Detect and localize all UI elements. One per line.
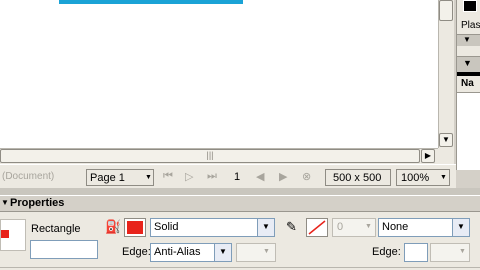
shape-name-input[interactable] (30, 240, 98, 259)
panel-splitter[interactable] (0, 188, 480, 195)
triangle-down-icon: ▼ (1, 198, 9, 207)
no-stroke-icon (308, 220, 326, 235)
triangle-down-icon: ▼ (463, 58, 472, 68)
fill-type-value: Solid (154, 221, 179, 233)
canvas-size-display[interactable]: 500 x 500 (325, 169, 391, 186)
chevron-down-icon: ▼ (257, 219, 274, 236)
scroll-down-button[interactable]: ▼ (439, 133, 453, 147)
next-page-icon[interactable]: ▶ (279, 170, 287, 183)
stop-icon[interactable]: ⊗ (302, 170, 311, 183)
vertical-scrollbar[interactable] (438, 0, 454, 148)
edge-amount-input[interactable]: ▼ (236, 243, 276, 262)
panel-label: Plas (461, 20, 480, 31)
scrollbar-corner (438, 148, 454, 164)
fill-color-swatch (127, 221, 143, 234)
scroll-right-button[interactable]: ▶ (421, 149, 435, 163)
page-select[interactable]: Page 1 ▼ (86, 169, 154, 186)
document-status-bar: (Document) Page 1 ▼ ⏮ ▷ ⏭ 1 ◀ ▶ ⊗ 500 x … (0, 164, 456, 188)
grip-icon: ||| (206, 150, 214, 160)
rectangle-icon (1, 230, 9, 238)
page-number: 1 (234, 171, 241, 183)
edge-label: Edge: (122, 246, 151, 258)
panel-list[interactable] (457, 92, 480, 170)
properties-title: Properties (10, 197, 65, 209)
right-panel: Plas ▼ ▼ Na (456, 0, 480, 170)
stroke-color-button[interactable] (306, 218, 328, 237)
previous-page-icon[interactable]: ◀ (256, 170, 264, 183)
horizontal-scroll-thumb[interactable]: ||| (0, 149, 420, 163)
page-select-value: Page 1 (90, 172, 125, 184)
fill-color-button[interactable] (124, 218, 146, 237)
panel-divider (457, 72, 480, 76)
panel-header[interactable]: ▼ (457, 56, 480, 72)
shape-type-label: Rectangle (31, 223, 81, 235)
stroke-amount-value: 0 (337, 221, 344, 233)
chevron-down-icon: ▼ (440, 174, 447, 181)
chevron-right-icon: ▶ (424, 151, 432, 160)
stroke-type-value: None (382, 221, 409, 233)
properties-panel: Rectangle ⛽ Solid ▼ Edge: Anti-Alias ▼ ▼… (0, 212, 480, 270)
play-icon[interactable]: ▷ (185, 170, 193, 183)
triangle-down-icon: ▼ (463, 35, 471, 44)
zoom-value: 100% (401, 172, 430, 184)
stroke-edge-input[interactable] (404, 243, 428, 262)
chevron-down-icon: ▼ (145, 174, 152, 181)
stroke-amount-input[interactable]: 0 ▼ (332, 218, 376, 237)
edge-value: Anti-Alias (154, 246, 201, 258)
selected-object-edge[interactable] (59, 0, 243, 4)
chevron-down-icon: ▼ (263, 248, 270, 255)
canvas-size-value: 500 x 500 (333, 172, 382, 184)
shape-thumbnail (0, 219, 26, 251)
document-status-label: (Document) (2, 171, 55, 182)
edge-select[interactable]: Anti-Alias ▼ (150, 243, 232, 262)
stroke-edge-amount-input[interactable]: ▼ (430, 243, 470, 262)
stroke-edge-label: Edge: (372, 246, 401, 258)
first-page-icon[interactable]: ⏮ (163, 170, 173, 183)
color-swatch[interactable] (463, 0, 477, 12)
last-page-icon[interactable]: ⏭ (207, 170, 217, 183)
document-canvas[interactable] (0, 0, 438, 148)
panel-column-header: Na (461, 78, 474, 89)
paint-bucket-icon: ⛽ (105, 219, 122, 234)
chevron-down-icon: ▼ (442, 135, 450, 144)
pencil-icon: ✎ (286, 219, 297, 234)
chevron-down-icon: ▼ (365, 223, 372, 230)
properties-panel-header[interactable]: ▼ Properties (0, 195, 480, 212)
vertical-scroll-thumb[interactable] (439, 0, 453, 21)
chevron-down-icon: ▼ (459, 248, 466, 255)
stroke-type-select[interactable]: None ▼ (378, 218, 470, 237)
fill-type-select[interactable]: Solid ▼ (150, 218, 275, 237)
chevron-down-icon: ▼ (452, 219, 469, 236)
panel-tab-bar: ▼ (457, 34, 480, 46)
chevron-down-icon: ▼ (214, 244, 231, 261)
zoom-select[interactable]: 100% ▼ (396, 169, 450, 186)
